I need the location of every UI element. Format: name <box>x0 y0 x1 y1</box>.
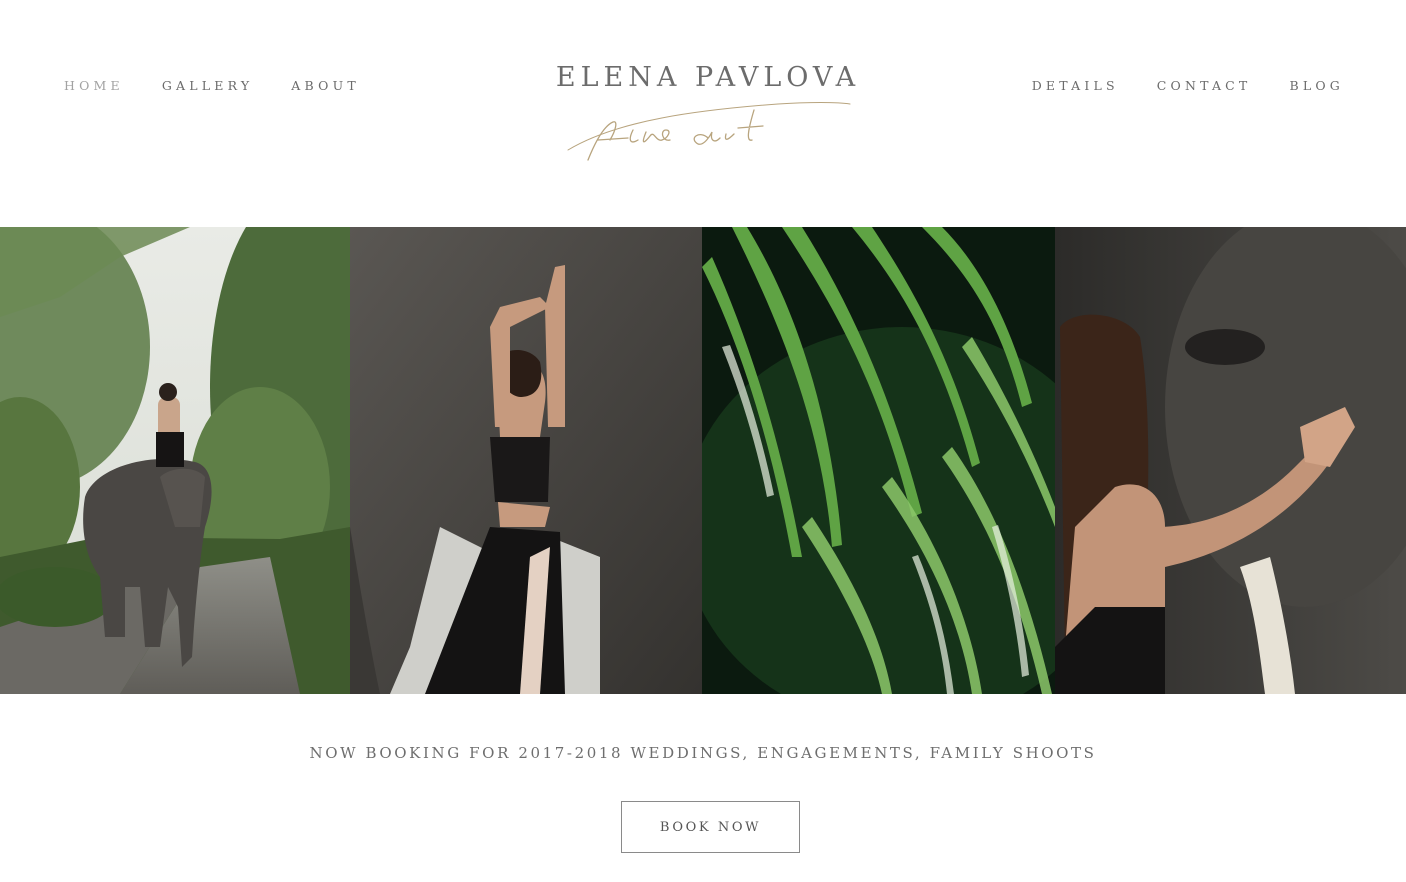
booking-announcement: NOW BOOKING FOR 2017-2018 WEDDINGS, ENGA… <box>309 744 1097 762</box>
woman-riding-elephant-photo[interactable] <box>0 227 350 694</box>
primary-nav-right: DETAILS CONTACT BLOG <box>1032 78 1344 94</box>
woman-touching-elephant-photo[interactable] <box>1055 227 1406 694</box>
nav-about[interactable]: ABOUT <box>291 78 360 94</box>
site-logo[interactable]: ELENA PAVLOVA <box>538 62 878 172</box>
primary-nav-left: HOME GALLERY ABOUT <box>64 78 360 94</box>
palm-leaves-photo[interactable] <box>702 227 1055 694</box>
nav-blog[interactable]: BLOG <box>1289 78 1344 94</box>
nav-contact[interactable]: CONTACT <box>1157 78 1252 94</box>
book-now-button[interactable]: BOOK NOW <box>621 801 800 853</box>
logo-script-fine-art <box>567 102 851 161</box>
logo-name: ELENA PAVLOVA <box>555 62 861 93</box>
nav-details[interactable]: DETAILS <box>1032 78 1119 94</box>
hero-gallery <box>0 227 1406 694</box>
nav-home[interactable]: HOME <box>64 78 124 94</box>
nav-gallery[interactable]: GALLERY <box>162 78 253 94</box>
woman-leaning-on-elephant-photo[interactable] <box>350 227 702 694</box>
